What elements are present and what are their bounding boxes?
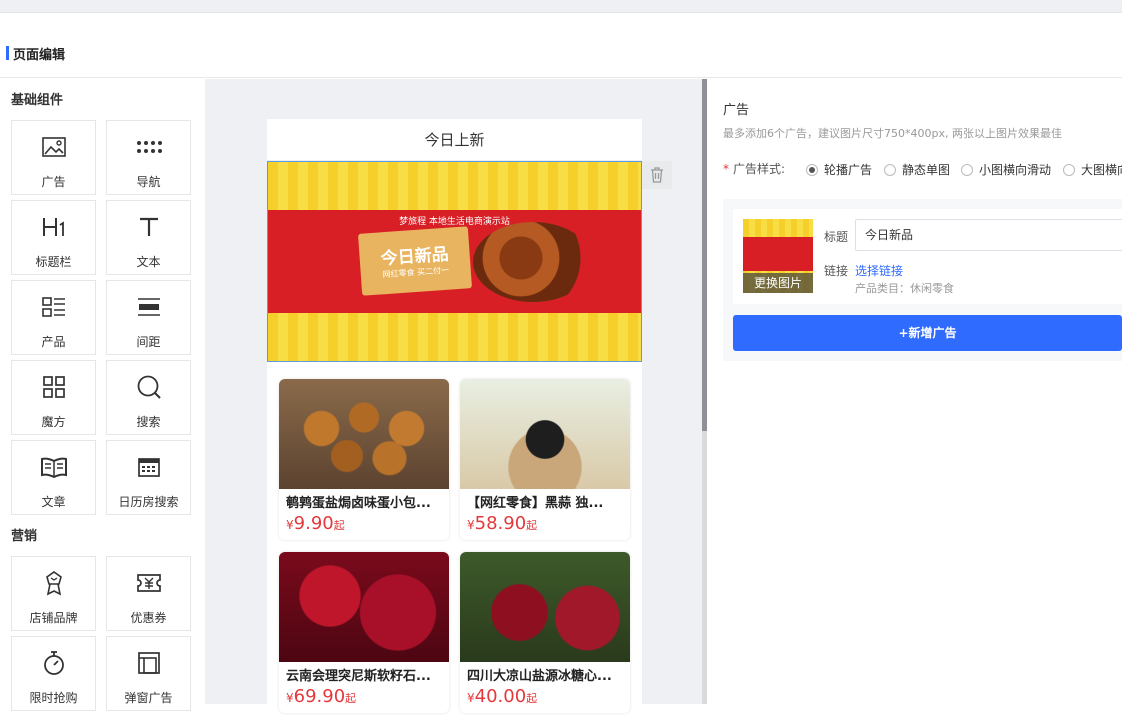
- phone-title: 今日上新: [267, 119, 642, 161]
- required-mark: *: [723, 162, 729, 176]
- component-label: 限时抢购: [29, 691, 78, 705]
- text-icon: [107, 214, 190, 240]
- style-option-large-slide[interactable]: 大图横向滑动: [1063, 161, 1122, 178]
- radio-dot: [1063, 163, 1075, 176]
- product-list-icon: [12, 294, 95, 320]
- product-card[interactable]: 云南会理突尼斯软籽石... ¥69.90起: [279, 552, 449, 713]
- preview-area: 今日上新 梦旅程 本地生活电商演示站 今日新品 网红零食 买二付一 鹌鹑蛋盐焗卤…: [205, 79, 702, 719]
- component-text[interactable]: 文本: [106, 200, 191, 275]
- component-heading[interactable]: 标题栏: [11, 200, 96, 275]
- shop-brand-icon: [12, 570, 95, 596]
- product-name: 云南会理突尼斯软籽石...: [286, 669, 431, 684]
- change-image-button[interactable]: 更换图片: [743, 273, 813, 293]
- product-price: ¥9.90起: [286, 513, 345, 534]
- delete-component-button[interactable]: [642, 161, 672, 189]
- component-calendar-search[interactable]: 日历房搜索: [106, 440, 191, 515]
- component-label: 弹窗广告: [124, 691, 173, 705]
- product-name: 四川大凉山盐源冰糖心...: [467, 669, 612, 684]
- basic-components-title: 基础组件: [11, 93, 64, 108]
- product-image: [460, 379, 630, 489]
- style-label: * 广告样式:: [723, 162, 786, 176]
- heading-icon: [12, 214, 95, 240]
- title-label: 标题: [824, 230, 849, 244]
- component-article[interactable]: 文章: [11, 440, 96, 515]
- product-card[interactable]: 鹌鹑蛋盐焗卤味蛋小包... ¥9.90起: [279, 379, 449, 540]
- banner-headline: 梦旅程 本地生活电商演示站: [399, 217, 510, 227]
- dots-grid-icon: [107, 134, 190, 160]
- banner-red-strip: 梦旅程 本地生活电商演示站 今日新品 网红零食 买二付一: [268, 210, 641, 313]
- coupon-icon: [107, 570, 190, 596]
- component-search[interactable]: 搜索: [106, 360, 191, 435]
- component-shop-brand[interactable]: 店铺品牌: [11, 556, 96, 631]
- component-label: 间距: [136, 335, 161, 349]
- settings-title: 广告: [723, 103, 750, 118]
- component-label: 优惠券: [130, 611, 167, 625]
- banner-card: 今日新品 网红零食 买二付一: [357, 226, 473, 296]
- component-panel: 基础组件 广告 导航 标题栏 文本 产品 间距 魔方 搜索 文章 日历房搜索 营…: [0, 79, 205, 711]
- product-image: [279, 379, 449, 489]
- settings-tip: 最多添加6个广告，建议图片尺寸750*400px, 两张以上图片效果最佳: [723, 127, 1062, 140]
- component-label: 广告: [41, 175, 66, 189]
- title-accent-bar: [6, 46, 9, 60]
- component-label: 文本: [136, 255, 161, 269]
- ad-thumbnail[interactable]: 更换图片: [743, 219, 813, 293]
- link-label: 链接: [824, 264, 849, 278]
- product-price: ¥58.90起: [467, 513, 538, 534]
- spacing-icon: [107, 294, 190, 320]
- ad-title-input[interactable]: 今日新品: [855, 219, 1122, 251]
- component-label: 文章: [41, 495, 66, 509]
- calendar-icon: [107, 454, 190, 480]
- component-label: 店铺品牌: [29, 611, 78, 625]
- ad-item: 更换图片 标题 今日新品 链接 选择链接 产品类目：休闲零食: [733, 209, 1122, 304]
- product-card[interactable]: 四川大凉山盐源冰糖心... ¥40.00起: [460, 552, 630, 713]
- page-header: 页面编辑: [0, 28, 1122, 78]
- ad-list: 更换图片 标题 今日新品 链接 选择链接 产品类目：休闲零食 +新增广告: [723, 199, 1122, 361]
- select-link[interactable]: 选择链接: [855, 262, 903, 279]
- component-product[interactable]: 产品: [11, 280, 96, 355]
- ad-banner[interactable]: 梦旅程 本地生活电商演示站 今日新品 网红零食 买二付一: [267, 161, 642, 362]
- component-spacing[interactable]: 间距: [106, 280, 191, 355]
- radio-dot: [884, 163, 896, 176]
- page-title: 页面编辑: [13, 48, 66, 63]
- component-nav[interactable]: 导航: [106, 120, 191, 195]
- add-ad-button[interactable]: +新增广告: [733, 315, 1122, 351]
- component-popup-ad[interactable]: 弹窗广告: [106, 636, 191, 711]
- radio-dot: [961, 163, 973, 176]
- product-category: 产品类目：休闲零食: [855, 282, 954, 295]
- style-option-carousel[interactable]: 轮播广告: [806, 161, 872, 178]
- component-label: 产品: [41, 335, 66, 349]
- component-label: 日历房搜索: [118, 495, 179, 509]
- component-label: 导航: [136, 175, 161, 189]
- component-ad[interactable]: 广告: [11, 120, 96, 195]
- style-option-small-slide[interactable]: 小图横向滑动: [961, 161, 1051, 178]
- image-icon: [12, 134, 95, 160]
- component-label: 搜索: [136, 415, 161, 429]
- popup-icon: [107, 650, 190, 676]
- stopwatch-icon: [12, 650, 95, 676]
- component-coupon[interactable]: 优惠券: [106, 556, 191, 631]
- cube-grid-icon: [12, 374, 95, 400]
- style-option-static[interactable]: 静态单图: [884, 161, 950, 178]
- marketing-title: 营销: [11, 529, 38, 544]
- component-label: 魔方: [41, 415, 66, 429]
- component-flash-sale[interactable]: 限时抢购: [11, 636, 96, 711]
- phone-preview: 今日上新 梦旅程 本地生活电商演示站 今日新品 网红零食 买二付一 鹌鹑蛋盐焗卤…: [267, 119, 642, 719]
- book-icon: [12, 454, 95, 480]
- banner-food-image: [473, 222, 593, 302]
- settings-panel: 广告 最多添加6个广告，建议图片尺寸750*400px, 两张以上图片效果最佳 …: [707, 79, 1122, 704]
- component-label: 标题栏: [35, 255, 72, 269]
- product-image: [279, 552, 449, 662]
- search-icon: [107, 374, 190, 400]
- component-cube[interactable]: 魔方: [11, 360, 96, 435]
- radio-dot: [806, 163, 818, 176]
- product-image: [460, 552, 630, 662]
- product-name: 【网红零食】黑蒜 独...: [467, 496, 604, 511]
- trash-icon: [651, 167, 663, 183]
- top-band: [0, 0, 1122, 28]
- product-name: 鹌鹑蛋盐焗卤味蛋小包...: [286, 496, 431, 511]
- product-card[interactable]: 【网红零食】黑蒜 独... ¥58.90起: [460, 379, 630, 540]
